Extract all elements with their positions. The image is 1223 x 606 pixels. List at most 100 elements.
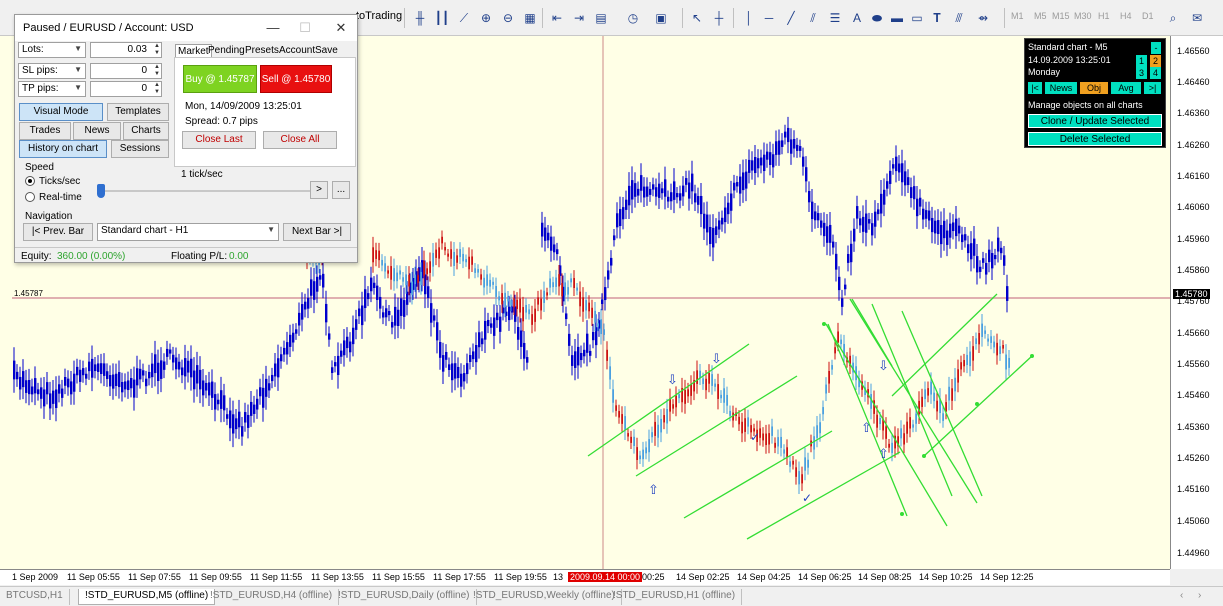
tab-scroll-left-icon[interactable]: ‹: [1180, 590, 1183, 601]
text-icon[interactable]: A: [848, 9, 866, 27]
speed-slider-thumb[interactable]: [97, 184, 105, 198]
timeframe-h4[interactable]: H4: [1120, 11, 1132, 21]
chart-tab[interactable]: !STD_EURUSD,H1 (offline): [607, 589, 743, 605]
blue-candle-body: [832, 241, 835, 248]
buy-button[interactable]: Buy @ 1.45787: [183, 65, 257, 93]
equidistant-channel-icon[interactable]: ⫽: [804, 9, 822, 27]
tp-input[interactable]: 0 ▲ ▼: [90, 81, 162, 97]
infobox-num-4[interactable]: 4: [1150, 67, 1161, 79]
blue-candle-body: [217, 399, 220, 405]
candlestick-icon[interactable]: ┃┃: [433, 9, 451, 27]
timeframe-m15[interactable]: M15: [1052, 11, 1070, 21]
tab-presets[interactable]: Presets: [243, 44, 281, 57]
timeframe-m5[interactable]: M5: [1034, 11, 1047, 21]
line-chart-icon[interactable]: ⟋: [455, 9, 473, 27]
blue-candle-body: [703, 213, 706, 229]
visual-mode-button[interactable]: Visual Mode: [19, 103, 103, 121]
realtime-radio[interactable]: [25, 192, 35, 202]
news-button[interactable]: News: [73, 122, 121, 140]
chart-tab[interactable]: !STD_EURUSD,Weekly (offline): [467, 589, 622, 605]
indicators-icon[interactable]: ▤: [592, 9, 610, 27]
gann-icon[interactable]: ⫻: [950, 9, 968, 27]
periods-icon[interactable]: ◷: [624, 9, 642, 27]
spinner-icon[interactable]: ▲ ▼: [154, 64, 160, 78]
speed-slider-track[interactable]: [99, 190, 311, 192]
ellipse-icon[interactable]: ⬬: [868, 9, 886, 27]
sessions-button[interactable]: Sessions: [111, 140, 169, 158]
chart-tab[interactable]: BTCUSD,H1: [0, 589, 70, 605]
prev-bar-button[interactable]: |< Prev. Bar: [23, 223, 93, 241]
tp-combo[interactable]: TP pips: ▼: [18, 81, 86, 97]
history-on-chart-button[interactable]: History on chart: [19, 140, 107, 158]
ticks-radio[interactable]: [25, 176, 35, 186]
panel-titlebar[interactable]: Paused / EURUSD / Account: USD — ☐ ✕: [15, 15, 357, 41]
charts-button[interactable]: Charts: [123, 122, 169, 140]
close-icon[interactable]: ✕: [331, 19, 351, 37]
trades-button[interactable]: Trades: [19, 122, 71, 140]
rectangle-icon[interactable]: ▬: [888, 9, 906, 27]
zoom-out-icon[interactable]: ⊖: [499, 9, 517, 27]
infobox-minimize-button[interactable]: -: [1151, 42, 1161, 54]
delete-selected-button[interactable]: Delete Selected: [1028, 132, 1162, 146]
close-all-button[interactable]: Close All: [263, 131, 337, 149]
chart-tab[interactable]: !STD_EURUSD,M5 (offline): [78, 589, 216, 605]
tab-pending[interactable]: Pending: [206, 44, 247, 57]
clone-update-button[interactable]: Clone / Update Selected: [1028, 114, 1162, 128]
infobox-num-3[interactable]: 3: [1136, 67, 1147, 79]
lots-input[interactable]: 0.03 ▲ ▼: [90, 42, 162, 58]
chart-shift-icon[interactable]: ⇤: [548, 9, 566, 27]
sl-combo[interactable]: SL pips: ▼: [18, 63, 86, 79]
arrows-icon[interactable]: ⇴: [974, 9, 992, 27]
infobox-next-button[interactable]: >|: [1144, 82, 1161, 94]
autotrading-button[interactable]: toTrading: [356, 10, 402, 22]
chart-select[interactable]: Standard chart - H1 ▼: [97, 223, 279, 241]
timeframe-h1[interactable]: H1: [1098, 11, 1110, 21]
next-bar-button[interactable]: Next Bar >|: [283, 223, 351, 241]
sl-input[interactable]: 0 ▲ ▼: [90, 63, 162, 79]
cursor-icon[interactable]: ↖: [688, 9, 706, 27]
infobox-num-2[interactable]: 2: [1150, 55, 1161, 67]
fibonacci-icon[interactable]: ☰: [826, 9, 844, 27]
timeframe-m30[interactable]: M30: [1074, 11, 1092, 21]
tab-account[interactable]: Account: [277, 44, 317, 57]
trendline-icon[interactable]: ╱: [782, 9, 800, 27]
infobox-prev-button[interactable]: |<: [1028, 82, 1042, 94]
close-last-button[interactable]: Close Last: [182, 131, 256, 149]
tab-save[interactable]: Save: [313, 44, 340, 57]
minimize-icon[interactable]: —: [263, 19, 283, 37]
search-icon[interactable]: ⌕: [1164, 9, 1182, 27]
chart-tab[interactable]: !STD_EURUSD,H4 (offline): [204, 589, 340, 605]
infobox-num-1[interactable]: 1: [1136, 55, 1147, 67]
timeframe-m1[interactable]: M1: [1011, 11, 1024, 21]
autoscroll-icon[interactable]: ⇥: [570, 9, 588, 27]
horizontal-line-icon[interactable]: ─: [760, 9, 778, 27]
infobox-obj-button[interactable]: Obj: [1080, 82, 1108, 94]
vertical-line-icon[interactable]: │: [740, 9, 758, 27]
maximize-icon[interactable]: ☐: [295, 19, 315, 37]
chevron-down-icon: ▼: [74, 65, 82, 74]
templates-icon[interactable]: ▣: [652, 9, 670, 27]
chat-icon[interactable]: ✉: [1188, 9, 1206, 27]
play-button[interactable]: >: [310, 181, 328, 199]
infobox-news-button[interactable]: News: [1045, 82, 1077, 94]
label-icon[interactable]: ▭: [908, 9, 926, 27]
more-button[interactable]: ...: [332, 181, 350, 199]
price-scale[interactable]: 1.46560 1.46460 1.46360 1.46260 1.46160 1.460…: [1170, 36, 1223, 569]
spinner-icon[interactable]: ▲ ▼: [154, 43, 160, 57]
lots-combo[interactable]: Lots: ▼: [18, 42, 86, 58]
tab-scroll-right-icon[interactable]: ›: [1198, 590, 1201, 601]
bar-chart-icon[interactable]: ╫: [411, 9, 429, 27]
chart-tab[interactable]: !STD_EURUSD,Daily (offline): [332, 589, 477, 605]
blue-candle-body: [196, 365, 199, 384]
blue-candle-body: [400, 298, 403, 316]
templates-button[interactable]: Templates: [107, 103, 169, 121]
zoom-in-icon[interactable]: ⊕: [477, 9, 495, 27]
crosshair-icon[interactable]: ┼: [710, 9, 728, 27]
infobox-avg-button[interactable]: Avg: [1111, 82, 1141, 94]
sell-button[interactable]: Sell @ 1.45780: [260, 65, 332, 93]
tile-windows-icon[interactable]: ▦: [521, 9, 539, 27]
text-label-icon[interactable]: 𝐓: [928, 9, 946, 27]
time-axis[interactable]: 1 Sep 2009 11 Sep 05:55 11 Sep 07:55 11 Sep…: [0, 569, 1170, 585]
spinner-icon[interactable]: ▲ ▼: [154, 82, 160, 96]
timeframe-d1[interactable]: D1: [1142, 11, 1154, 21]
